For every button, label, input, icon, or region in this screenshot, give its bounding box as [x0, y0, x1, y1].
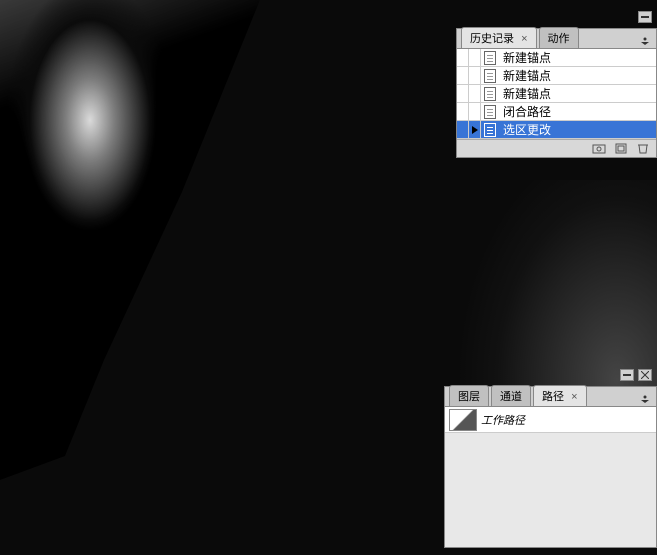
paths-panel-tabs: 图层 通道 路径 × — [445, 387, 656, 407]
playhead-icon — [469, 121, 481, 138]
history-label: 闭合路径 — [499, 103, 551, 120]
close-icon[interactable]: × — [521, 33, 527, 45]
tab-label: 图层 — [458, 391, 480, 403]
history-list: 新建锚点 新建锚点 新建锚点 闭合路径 选区更改 — [457, 49, 656, 139]
tab-actions[interactable]: 动作 — [539, 27, 579, 48]
path-item[interactable]: 工作路径 — [445, 407, 656, 433]
path-thumbnail — [449, 409, 477, 431]
history-row[interactable]: 新建锚点 — [457, 49, 656, 67]
tab-label: 历史记录 — [470, 33, 514, 45]
panel-minimize-button[interactable] — [638, 11, 652, 23]
tab-paths[interactable]: 路径 × — [533, 385, 587, 406]
document-icon — [481, 51, 499, 65]
document-icon — [481, 123, 499, 137]
close-icon[interactable]: × — [571, 391, 577, 403]
tab-label: 动作 — [548, 33, 570, 45]
document-icon — [481, 69, 499, 83]
history-panel-footer — [457, 139, 656, 157]
tab-label: 路径 — [542, 391, 564, 403]
new-document-button[interactable] — [612, 142, 630, 156]
panel-menu-button[interactable] — [636, 392, 654, 406]
new-snapshot-button[interactable] — [590, 142, 608, 156]
tab-layers[interactable]: 图层 — [449, 385, 489, 406]
delete-button[interactable] — [634, 142, 652, 156]
paths-list: 工作路径 — [445, 407, 656, 547]
history-label: 新建锚点 — [499, 85, 551, 102]
tab-label: 通道 — [500, 391, 522, 403]
history-row[interactable]: 新建锚点 — [457, 85, 656, 103]
document-icon — [481, 87, 499, 101]
history-label: 选区更改 — [499, 121, 551, 138]
history-panel: 历史记录 × 动作 新建锚点 新建锚点 新建锚点 闭合路径 — [456, 28, 657, 158]
tab-channels[interactable]: 通道 — [491, 385, 531, 406]
history-row[interactable]: 新建锚点 — [457, 67, 656, 85]
history-label: 新建锚点 — [499, 67, 551, 84]
document-icon — [481, 105, 499, 119]
panel-minimize-button[interactable] — [620, 369, 634, 381]
panel-menu-button[interactable] — [636, 34, 654, 48]
history-row[interactable]: 闭合路径 — [457, 103, 656, 121]
tab-history[interactable]: 历史记录 × — [461, 27, 537, 48]
history-label: 新建锚点 — [499, 49, 551, 66]
history-panel-tabs: 历史记录 × 动作 — [457, 29, 656, 49]
history-row[interactable]: 选区更改 — [457, 121, 656, 139]
path-label: 工作路径 — [481, 412, 525, 428]
paths-panel: 图层 通道 路径 × 工作路径 — [444, 386, 657, 548]
panel-close-button[interactable] — [638, 369, 652, 381]
